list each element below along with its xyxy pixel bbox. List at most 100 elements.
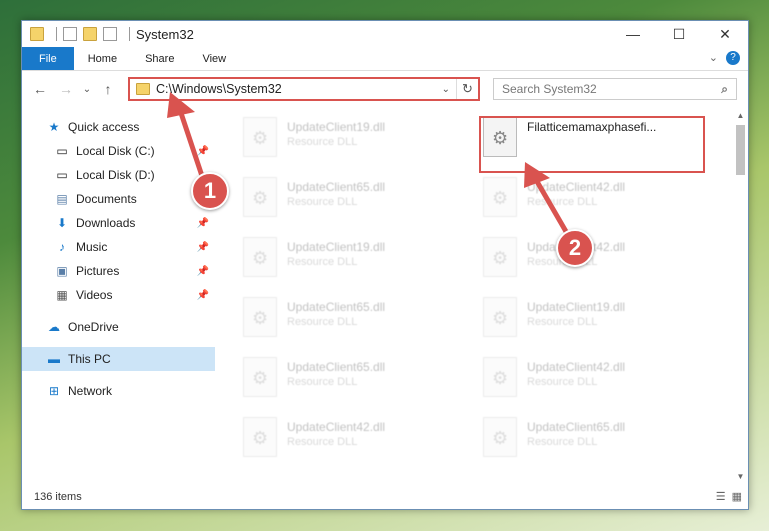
file-name: UpdateClient42.dll	[527, 360, 626, 374]
file-item[interactable]: UpdateClient42.dll Resource DLL	[243, 417, 463, 467]
file-name: UpdateClient65.dll	[287, 300, 386, 314]
drive-icon: ▭	[56, 168, 68, 182]
sidebar-item-downloads[interactable]: ⬇ Downloads 📌	[22, 211, 215, 235]
dll-file-icon	[243, 117, 277, 157]
pin-icon[interactable]: 📌	[197, 146, 209, 157]
file-name: UpdateClient42.dll	[527, 180, 626, 194]
window-controls: — ☐ ✕	[610, 21, 748, 47]
details-view-icon[interactable]: ☰	[716, 490, 726, 503]
file-type: Resource DLL	[287, 196, 358, 208]
explorer-window: System32 — ☐ ✕ File Home Share View ⌄ ? …	[21, 20, 749, 510]
file-type: Resource DLL	[527, 436, 598, 448]
file-name: UpdateClient19.dll	[287, 240, 386, 254]
dll-file-icon	[483, 297, 517, 337]
pin-icon[interactable]: 📌	[197, 290, 209, 301]
sidebar-item-label: Network	[68, 384, 113, 398]
pin-icon[interactable]: 📌	[197, 266, 209, 277]
sidebar-item-music[interactable]: ♪ Music 📌	[22, 235, 215, 259]
sidebar-item-this-pc[interactable]: ▬ This PC	[22, 347, 215, 371]
step-1-badge: 1	[191, 172, 229, 210]
properties-icon[interactable]	[63, 27, 77, 41]
sidebar-item-label: Downloads	[76, 216, 136, 230]
new-folder-icon[interactable]	[83, 27, 97, 41]
sidebar-item-pictures[interactable]: ▣ Pictures 📌	[22, 259, 215, 283]
search-icon[interactable]: ⌕	[721, 82, 728, 97]
dll-file-icon	[483, 357, 517, 397]
navigation-pane: ★ Quick access ▭ Local Disk (C:) 📌 ▭ Loc…	[22, 111, 215, 481]
vertical-scrollbar[interactable]: ▲ ▼	[733, 111, 748, 481]
music-icon: ♪	[59, 240, 65, 254]
step-2-badge: 2	[556, 229, 594, 267]
title-bar: System32 — ☐ ✕	[22, 21, 748, 47]
dll-file-icon	[243, 357, 277, 397]
minimize-button[interactable]: —	[610, 21, 656, 47]
network-icon: ⊞	[48, 384, 60, 398]
sidebar-item-onedrive[interactable]: ☁ OneDrive	[22, 315, 215, 339]
dll-file-icon	[243, 417, 277, 457]
tiles-view-icon[interactable]: ▦	[732, 490, 742, 503]
sidebar-item-documents[interactable]: ▤ Documents	[22, 187, 215, 211]
file-type: Resource DLL	[287, 436, 358, 448]
file-item[interactable]: UpdateClient42.dll Resource DLL	[483, 177, 703, 227]
sidebar-item-label: Music	[76, 240, 108, 254]
file-type: Resource DLL	[287, 136, 358, 148]
navigation-bar: ← → ⌄ ↑ C:\Windows\System32 ⌄ ↻ Search S…	[22, 71, 748, 107]
status-bar: 136 items ☰ ▦	[22, 485, 748, 509]
file-item[interactable]: UpdateClient65.dll Resource DLL	[483, 417, 703, 467]
file-type: Resource DLL	[527, 316, 598, 328]
file-item[interactable]: UpdateClient65.dll Resource DLL	[243, 357, 463, 407]
pin-icon[interactable]: 📌	[197, 242, 209, 253]
dll-file-icon	[483, 237, 517, 277]
cloud-icon: ☁	[48, 320, 60, 334]
file-highlight-box	[479, 116, 705, 173]
forward-button[interactable]: →	[56, 81, 76, 97]
file-item[interactable]: UpdateClient19.dll Resource DLL	[243, 117, 463, 167]
dll-file-icon	[243, 177, 277, 217]
close-button[interactable]: ✕	[702, 21, 748, 47]
file-name: UpdateClient19.dll	[527, 300, 626, 314]
file-type: Resource DLL	[287, 376, 358, 388]
scroll-down-icon[interactable]: ▼	[733, 472, 748, 481]
tab-share[interactable]: Share	[131, 47, 188, 70]
sidebar-item-label: Videos	[76, 288, 113, 302]
tab-view[interactable]: View	[188, 47, 240, 70]
tab-home[interactable]: Home	[74, 47, 131, 70]
file-item[interactable]: UpdateClient42.dll Resource DLL	[483, 357, 703, 407]
recent-locations-button[interactable]: ⌄	[82, 84, 92, 95]
sidebar-item-local-disk-c[interactable]: ▭ Local Disk (C:) 📌	[22, 139, 215, 163]
sidebar-item-videos[interactable]: ▦ Videos 📌	[22, 283, 215, 307]
search-placeholder: Search System32	[502, 82, 597, 96]
tab-file[interactable]: File	[22, 47, 74, 70]
maximize-button[interactable]: ☐	[656, 21, 702, 47]
drive-icon: ▭	[56, 144, 68, 158]
search-input[interactable]: Search System32 ⌕	[493, 78, 737, 100]
sidebar-item-label: Local Disk (C:)	[76, 144, 155, 158]
divider	[56, 27, 57, 41]
file-item[interactable]: UpdateClient65.dll Resource DLL	[243, 297, 463, 347]
pin-icon[interactable]: 📌	[197, 218, 209, 229]
customize-toolbar-icon[interactable]	[103, 27, 117, 41]
address-bar[interactable]: C:\Windows\System32 ⌄ ↻	[128, 77, 480, 101]
up-button[interactable]: ↑	[98, 81, 118, 97]
expand-ribbon-icon[interactable]: ⌄	[709, 51, 718, 65]
scroll-up-icon[interactable]: ▲	[733, 111, 748, 120]
item-count: 136 items	[34, 491, 82, 503]
back-button[interactable]: ←	[30, 81, 50, 97]
sidebar-item-label: Quick access	[68, 120, 140, 134]
file-item[interactable]: UpdateClient19.dll Resource DLL	[243, 237, 463, 287]
computer-icon: ▬	[48, 352, 60, 366]
dll-file-icon	[243, 297, 277, 337]
chevron-down-icon[interactable]: ⌄	[442, 84, 450, 95]
window-title: System32	[136, 26, 194, 42]
file-type: Resource DLL	[287, 256, 358, 268]
help-icon[interactable]: ?	[726, 51, 740, 65]
scroll-thumb[interactable]	[736, 125, 745, 175]
sidebar-item-local-disk-d[interactable]: ▭ Local Disk (D:)	[22, 163, 215, 187]
sidebar-item-network[interactable]: ⊞ Network	[22, 379, 215, 403]
sidebar-item-quick-access[interactable]: ★ Quick access	[22, 115, 215, 139]
refresh-button[interactable]: ↻	[456, 79, 478, 99]
file-item[interactable]: UpdateClient19.dll Resource DLL	[483, 297, 703, 347]
address-path[interactable]: C:\Windows\System32	[156, 82, 442, 96]
file-name: UpdateClient42.dll	[287, 420, 386, 434]
file-item[interactable]: UpdateClient65.dll Resource DLL	[243, 177, 463, 227]
